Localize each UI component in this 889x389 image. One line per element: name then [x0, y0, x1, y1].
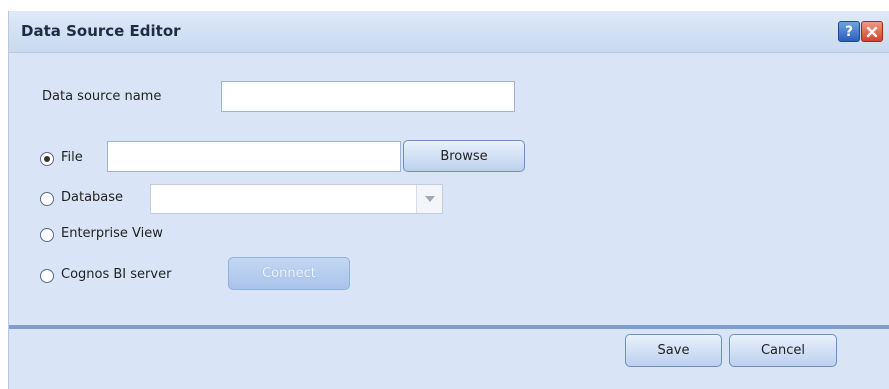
file-radio[interactable] — [40, 152, 54, 166]
cognos-radio[interactable] — [40, 269, 54, 283]
title-bar: Data Source Editor ? — [9, 11, 889, 53]
help-icon[interactable]: ? — [838, 21, 860, 42]
data-source-name-input[interactable] — [221, 81, 515, 112]
save-button[interactable]: Save — [625, 334, 722, 367]
footer-separator — [9, 325, 889, 329]
file-path-input[interactable] — [107, 141, 401, 172]
cognos-label: Cognos BI server — [61, 267, 172, 282]
database-radio[interactable] — [40, 192, 54, 206]
dialog-title: Data Source Editor — [21, 22, 181, 40]
database-label: Database — [61, 190, 124, 205]
cancel-button-label: Cancel — [760, 343, 806, 358]
browse-button[interactable]: Browse — [403, 140, 525, 172]
data-source-editor-dialog: Data Source Editor ? Data source name Fi… — [8, 11, 889, 389]
browse-button-label: Browse — [440, 148, 488, 164]
file-label: File — [61, 150, 83, 165]
connect-button-label: Connect — [262, 266, 316, 281]
cancel-button[interactable]: Cancel — [729, 334, 837, 367]
data-source-name-label: Data source name — [42, 89, 162, 104]
enterprise-view-radio[interactable] — [40, 228, 54, 242]
chevron-down-icon[interactable] — [416, 185, 442, 213]
connect-button[interactable]: Connect — [228, 257, 350, 290]
enterprise-view-label: Enterprise View — [61, 226, 163, 241]
close-icon[interactable] — [861, 21, 883, 42]
save-button-label: Save — [657, 343, 690, 358]
database-select[interactable] — [150, 184, 443, 214]
